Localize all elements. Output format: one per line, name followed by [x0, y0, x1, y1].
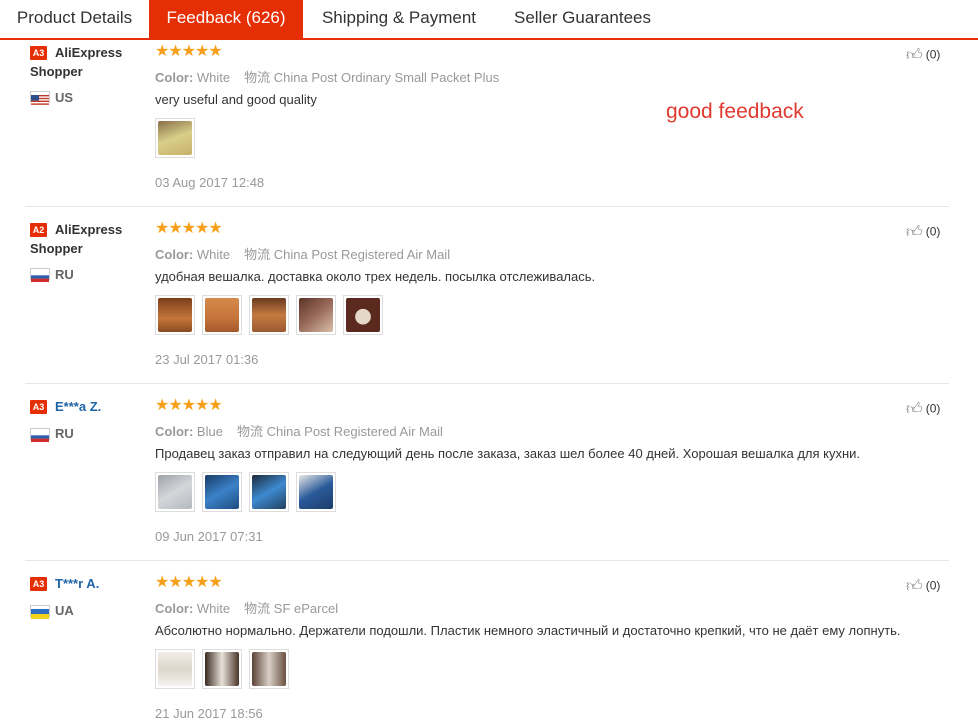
review-photo-thumbnail[interactable] [155, 118, 195, 158]
review-photo-thumbnail[interactable] [249, 649, 289, 689]
reviewer-country: US [55, 90, 74, 105]
review-photo-thumbnail[interactable] [155, 472, 195, 512]
review-item: A3 AliExpress Shopper US ★★★★★ Color: Wh… [0, 0, 978, 207]
shipping-method: SF eParcel [273, 601, 339, 616]
color-label: Color: [155, 70, 194, 85]
review-photo-thumbnail[interactable] [155, 649, 195, 689]
helpful-button[interactable]: 👍︎ (0) [906, 46, 940, 65]
color-label: Color: [155, 247, 194, 262]
color-value: White [196, 247, 231, 262]
reviewer-country: RU [55, 267, 74, 282]
shipping-method: China Post Registered Air Mail [266, 424, 443, 439]
color-value: White [196, 70, 231, 85]
review-item: A3 E***a Z. RU ★★★★★ Color: Blue 物流 China… [0, 354, 978, 561]
review-text: Продавец заказ отправил на следующий ден… [155, 446, 861, 461]
color-label: Color: [155, 601, 194, 616]
shipping-method: China Post Registered Air Mail [273, 247, 451, 262]
thumbs-up-icon: 👍︎ [906, 224, 923, 241]
reviewer-name: AliExpress [55, 45, 123, 60]
logistics-label: 物流 [236, 424, 263, 439]
review-photo-thumbnail[interactable] [202, 295, 242, 335]
reviewer-country: RU [55, 426, 74, 441]
logistics-label: 物流 [244, 70, 271, 85]
order-info: Color: White 物流 SF eParcel [155, 598, 338, 617]
review-item: A2 AliExpress Shopper RU ★★★★★ Color: Wh… [0, 177, 978, 384]
buyer-level-badge: A3 [30, 577, 47, 591]
buyer-level-badge: A2 [30, 223, 47, 237]
review-date: 21 Jun 2017 18:56 [155, 706, 263, 721]
rating-stars: ★★★★★ [155, 397, 223, 414]
color-label: Color: [155, 424, 194, 439]
review-photo-thumbnail[interactable] [249, 295, 289, 335]
review-photo-thumbnail[interactable] [249, 472, 289, 512]
thumbs-up-icon: 👍︎ [906, 47, 923, 64]
review-text: удобная вешалка. доставка около трех нед… [155, 269, 596, 284]
reviewer-name[interactable]: T***r A. [55, 576, 99, 591]
review-photo-thumbnail[interactable] [296, 472, 336, 512]
reviewer-country: UA [55, 603, 74, 618]
logistics-label: 物流 [244, 247, 271, 262]
reviewer-name: AliExpress [55, 222, 123, 237]
review-photo-thumbnail[interactable] [296, 295, 336, 335]
helpful-button[interactable]: 👍︎ (0) [906, 400, 940, 419]
flag-ru-icon [30, 268, 50, 282]
logistics-label: 物流 [244, 601, 271, 616]
flag-us-icon [30, 91, 50, 105]
buyer-level-badge: A3 [30, 400, 47, 414]
helpful-count: (0) [925, 224, 941, 239]
thumbs-up-icon: 👍︎ [906, 401, 923, 418]
helpful-button[interactable]: 👍︎ (0) [906, 223, 940, 242]
review-photo-thumbnail[interactable] [202, 472, 242, 512]
order-info: Color: White 物流 China Post Registered Air… [155, 244, 450, 263]
review-item: A3 T***r A. UA ★★★★★ Color: White 物流 SF e… [0, 531, 978, 721]
flag-ru-icon [30, 428, 50, 442]
review-photo-thumbnail[interactable] [155, 295, 195, 335]
rating-stars: ★★★★★ [155, 574, 223, 591]
flag-ua-icon [30, 605, 50, 619]
reviewer-name[interactable]: E***a Z. [55, 399, 101, 414]
helpful-count: (0) [925, 578, 941, 593]
buyer-level-badge: A3 [30, 46, 47, 60]
review-photo-thumbnail[interactable] [202, 649, 242, 689]
color-value: White [196, 601, 231, 616]
helpful-button[interactable]: 👍︎ (0) [906, 577, 940, 596]
reviewer-name-line2: Shopper [30, 241, 83, 256]
color-value: Blue [196, 424, 223, 439]
order-info: Color: Blue 物流 China Post Registered Air … [155, 421, 443, 440]
helpful-count: (0) [925, 401, 941, 416]
review-photo-thumbnail[interactable] [343, 295, 383, 335]
helpful-count: (0) [925, 47, 941, 62]
thumbs-up-icon: 👍︎ [906, 578, 923, 595]
review-text: very useful and good quality [155, 92, 317, 107]
rating-stars: ★★★★★ [155, 220, 223, 237]
reviewer-name-line2: Shopper [30, 64, 83, 79]
shipping-method: China Post Ordinary Small Packet Plus [273, 70, 500, 85]
review-text: Абсолютно нормально. Держатели подошли. … [155, 623, 901, 638]
rating-stars: ★★★★★ [155, 43, 223, 60]
order-info: Color: White 物流 China Post Ordinary Small… [155, 67, 499, 86]
